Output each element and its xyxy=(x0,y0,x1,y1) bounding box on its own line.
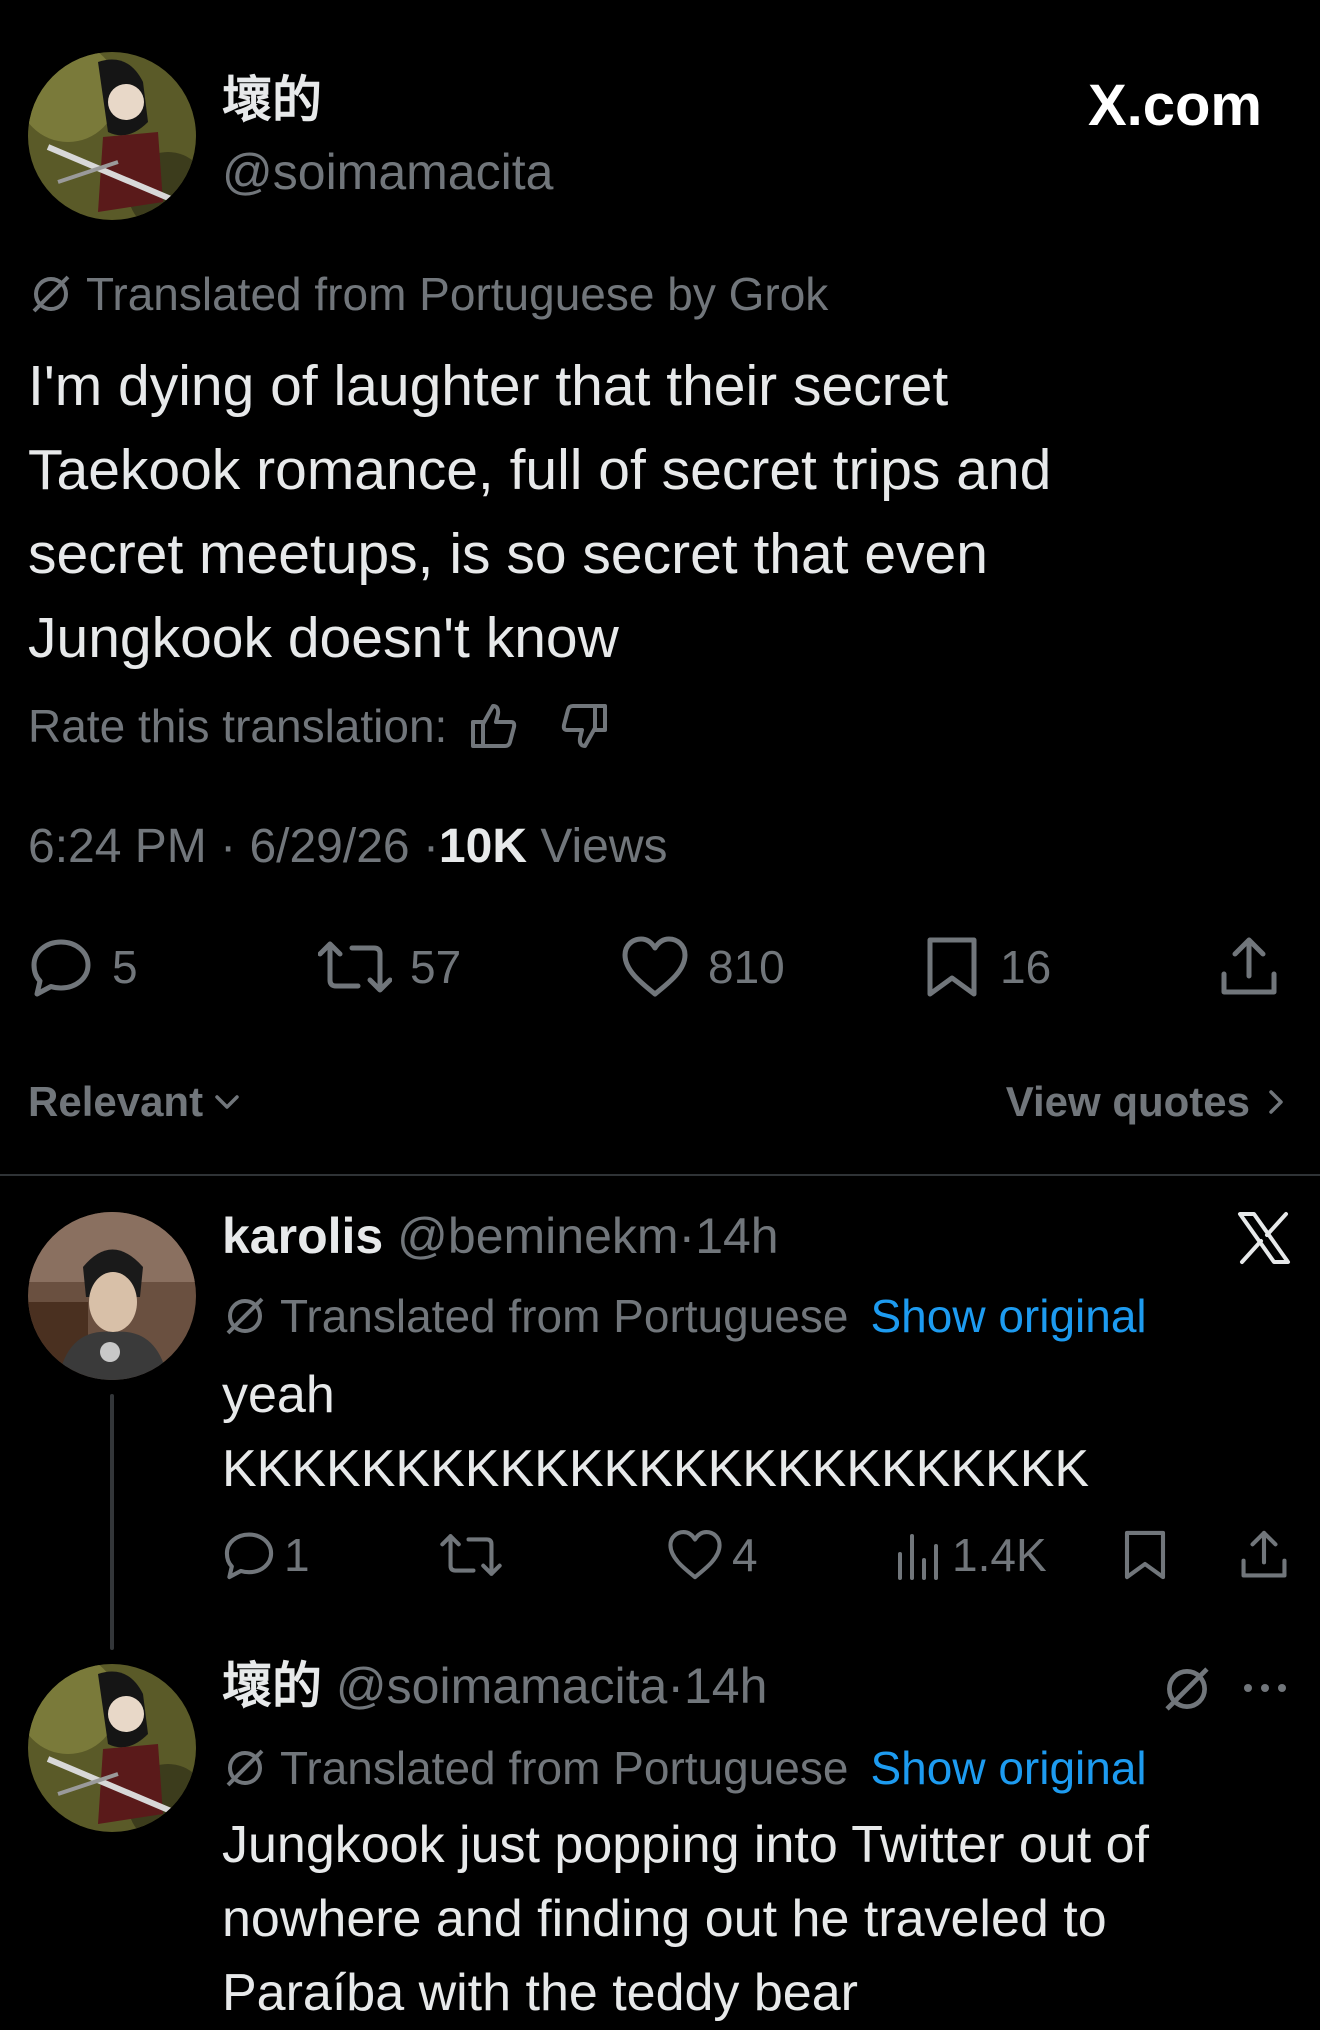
meta-separator: · xyxy=(667,1658,684,1714)
reply2-body-line: Paraíba with the teddy bear xyxy=(222,1964,858,2022)
reply2-body: Jungkook just popping into Twitter out o… xyxy=(222,1808,1149,2030)
translate-icon xyxy=(32,275,70,313)
reply1-bookmark-button[interactable] xyxy=(1120,1528,1170,1582)
thumbs-up-icon[interactable] xyxy=(467,700,519,752)
reply-button[interactable]: 5 xyxy=(28,934,138,1000)
reply1-reply-count: 1 xyxy=(284,1529,310,1581)
like-button[interactable]: 810 xyxy=(620,934,785,1000)
grok-icon[interactable] xyxy=(1160,1662,1214,1716)
translation-note-text: Translated from Portuguese by Grok xyxy=(86,268,829,320)
thumbs-down-icon[interactable] xyxy=(559,700,611,752)
like-count: 810 xyxy=(708,941,785,993)
reply2-show-original-link[interactable]: Show original xyxy=(870,1740,1146,1796)
thread-connector xyxy=(110,1394,114,1650)
meta-separator: · xyxy=(422,820,439,873)
reply1-translation-note: Translated from Portuguese Show original xyxy=(222,1288,1147,1344)
reply2-avatar[interactable] xyxy=(28,1664,196,1832)
rate-translation: Rate this translation: xyxy=(28,698,611,754)
repost-button[interactable]: 57 xyxy=(318,934,461,1000)
rate-translation-label: Rate this translation: xyxy=(28,700,448,752)
translate-icon xyxy=(226,1749,264,1787)
heart-icon xyxy=(622,936,688,997)
view-quotes-label: View quotes xyxy=(1005,1078,1250,1125)
share-icon xyxy=(1241,1530,1287,1578)
tweet-body-line: Taekook romance, full of secret trips an… xyxy=(28,438,1052,502)
reply1-header: karolis @beminekm·14h xyxy=(222,1206,779,1266)
reply1-show-original-link[interactable]: Show original xyxy=(870,1288,1146,1344)
views-chart-icon xyxy=(898,1534,938,1580)
reply1-handle[interactable]: @beminekm xyxy=(397,1208,678,1264)
bookmark-count: 16 xyxy=(1000,941,1052,993)
chevron-right-icon xyxy=(1269,1090,1283,1114)
author-avatar[interactable] xyxy=(28,52,196,220)
more-options-icon[interactable] xyxy=(1240,1678,1290,1698)
tweet-time[interactable]: 6:24 PM xyxy=(28,820,207,873)
author-handle[interactable]: @soimamacita xyxy=(222,142,553,202)
tweet-body-line: secret meetups, is so secret that even xyxy=(28,522,988,586)
avatar-illustration xyxy=(28,1664,196,1832)
reply1-share-button[interactable] xyxy=(1238,1528,1290,1582)
share-button[interactable] xyxy=(1218,934,1280,1000)
share-icon xyxy=(1221,937,1277,995)
reply-count: 5 xyxy=(112,941,138,993)
reply1-views-button[interactable]: 1.4K xyxy=(894,1528,1047,1582)
bookmark-icon xyxy=(927,937,977,997)
reply1-display-name[interactable]: karolis xyxy=(222,1208,383,1264)
avatar-photo xyxy=(28,1212,196,1380)
site-label: X.com xyxy=(1087,73,1262,138)
reply1-body: yeah KKKKKKKKKKKKKKKKKKKKKKKKK xyxy=(222,1358,1089,1506)
meta-separator: · xyxy=(220,820,237,873)
tweet-body: I'm dying of laughter that their secret … xyxy=(28,344,1051,680)
repost-icon xyxy=(318,941,392,993)
tweet-meta: 6:24 PM · 6/29/26 ·10K Views xyxy=(28,818,668,876)
reply2-handle[interactable]: @soimamacita xyxy=(336,1658,667,1714)
bookmark-icon xyxy=(1124,1530,1166,1580)
translate-icon xyxy=(226,1297,264,1335)
view-quotes-link[interactable]: View quotes xyxy=(1006,1076,1292,1128)
reply2-translation-text: Translated from Portuguese xyxy=(280,1742,849,1794)
reply2-body-line: Jungkook just popping into Twitter out o… xyxy=(222,1816,1149,1874)
translation-note: Translated from Portuguese by Grok xyxy=(28,266,828,322)
reply1-reply-button[interactable]: 1 xyxy=(222,1528,310,1582)
reply1-translation-text: Translated from Portuguese xyxy=(280,1290,849,1342)
repost-count: 57 xyxy=(410,941,462,993)
reply-icon xyxy=(31,939,91,997)
reply1-time[interactable]: 14h xyxy=(695,1208,778,1264)
reply-icon xyxy=(224,1532,274,1580)
reply-avatar[interactable] xyxy=(28,1212,196,1380)
heart-icon xyxy=(668,1530,722,1580)
avatar-illustration xyxy=(28,52,196,220)
reply1-like-button[interactable]: 4 xyxy=(666,1528,758,1582)
meta-separator: · xyxy=(678,1208,696,1264)
reply2-body-line: nowhere and finding out he traveled to xyxy=(222,1890,1107,1948)
author-display-name[interactable]: 壞的 xyxy=(222,70,322,130)
tweet-body-line: I'm dying of laughter that their secret xyxy=(28,354,949,418)
x-logo-icon xyxy=(1238,1212,1290,1264)
views-label: Views xyxy=(540,820,668,873)
tweet-date[interactable]: 6/29/26 xyxy=(249,820,409,873)
repost-icon xyxy=(440,1534,502,1576)
reply2-time[interactable]: 14h xyxy=(684,1658,767,1714)
bookmark-button[interactable]: 16 xyxy=(922,934,1051,1000)
reply2-header: 壞的 @soimamacita·14h xyxy=(222,1656,767,1716)
reply1-like-count: 4 xyxy=(732,1529,758,1581)
reply2-translation-note: Translated from Portuguese Show original xyxy=(222,1740,1147,1796)
reply2-display-name[interactable]: 壞的 xyxy=(222,1658,322,1714)
reply1-repost-button[interactable] xyxy=(440,1528,502,1582)
reply1-views-count: 1.4K xyxy=(952,1529,1047,1581)
section-divider xyxy=(0,1174,1320,1176)
chevron-down-icon xyxy=(215,1095,239,1109)
reply1-body-line: yeah xyxy=(222,1366,335,1424)
tweet-body-line: Jungkook doesn't know xyxy=(28,606,619,670)
sort-relevant-label: Relevant xyxy=(28,1078,204,1125)
views-count: 10K xyxy=(438,820,527,873)
reply1-body-line: KKKKKKKKKKKKKKKKKKKKKKKKK xyxy=(222,1440,1090,1498)
sort-relevant-dropdown[interactable]: Relevant xyxy=(28,1076,243,1128)
